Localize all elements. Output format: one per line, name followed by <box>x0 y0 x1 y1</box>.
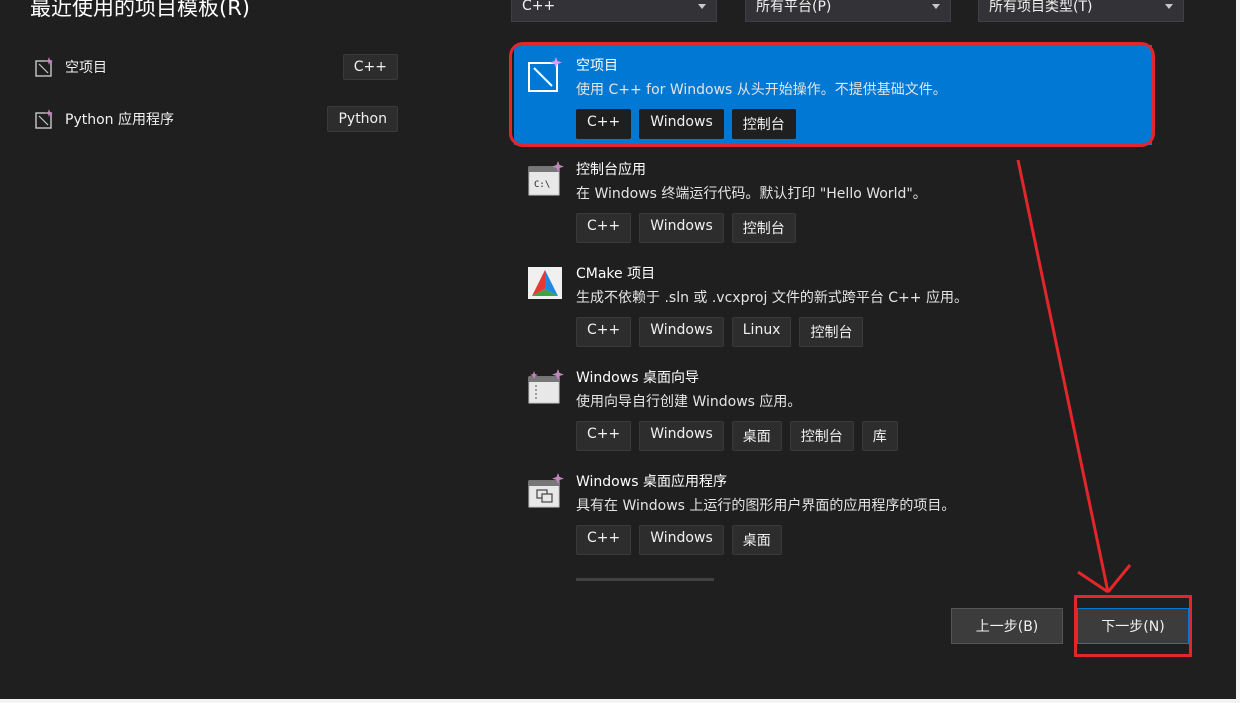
chevron-down-icon <box>698 3 706 9</box>
template-description: 生成不依赖于 .sln 或 .vcxproj 文件的新式跨平台 C++ 应用。 <box>576 290 968 306</box>
project-template-icon <box>35 57 53 77</box>
template-tags: C++ Windows 桌面 控制台 库 <box>576 421 898 451</box>
project-type-filter-dropdown[interactable]: 所有项目类型(T) <box>978 0 1184 22</box>
svg-text:C:\: C:\ <box>534 180 550 190</box>
annotation-selected-template-box <box>509 42 1155 147</box>
tag: 控制台 <box>731 213 796 243</box>
recent-item-tag: C++ <box>342 54 398 80</box>
chevron-down-icon <box>1165 3 1173 9</box>
template-tags: C++ Windows Linux 控制台 <box>576 317 864 347</box>
create-project-dialog: 最近使用的项目模板(R) C++ 所有平台(P) 所有项目类型(T) 空项目 C… <box>0 0 1236 699</box>
tag: 控制台 <box>799 317 864 347</box>
cmake-icon <box>528 267 562 299</box>
tag: 桌面 <box>731 525 782 555</box>
recent-item-tag: Python <box>327 106 398 132</box>
tag: C++ <box>576 525 632 555</box>
tag: C++ <box>576 421 632 451</box>
template-name: Windows 桌面应用程序 <box>576 474 727 490</box>
template-cmake-project[interactable]: CMake 项目 生成不依赖于 .sln 或 .vcxproj 文件的新式跨平台… <box>514 253 1152 353</box>
recent-templates-heading: 最近使用的项目模板(R) <box>30 0 250 20</box>
recent-item-label: Python 应用程序 <box>65 112 174 128</box>
recent-item-python-app[interactable]: Python 应用程序 Python <box>34 104 398 134</box>
desktop-wizard-icon <box>528 369 564 404</box>
tag: 桌面 <box>731 421 782 451</box>
window-right-edge <box>1236 0 1240 703</box>
template-name: Windows 桌面向导 <box>576 370 699 386</box>
tag: 库 <box>861 421 898 451</box>
template-windows-desktop-wizard[interactable]: Windows 桌面向导 使用向导自行创建 Windows 应用。 C++ Wi… <box>514 357 1152 457</box>
annotation-next-button-box <box>1074 595 1192 657</box>
tag: Windows <box>639 421 724 451</box>
platform-filter-value: 所有平台(P) <box>756 0 832 15</box>
tag: Windows <box>639 317 724 347</box>
template-partially-visible[interactable] <box>514 574 714 582</box>
template-tags: C++ Windows 桌面 <box>576 525 782 555</box>
window-bottom-edge <box>0 699 1240 703</box>
console-app-icon: C:\ <box>528 161 564 196</box>
platform-filter-dropdown[interactable]: 所有平台(P) <box>745 0 951 22</box>
tag: Windows <box>639 525 724 555</box>
project-type-filter-value: 所有项目类型(T) <box>989 0 1093 15</box>
chevron-down-icon <box>932 3 940 9</box>
template-description: 使用向导自行创建 Windows 应用。 <box>576 394 802 410</box>
recent-item-label: 空项目 <box>65 60 107 76</box>
template-console-app[interactable]: C:\ 控制台应用 在 Windows 终端运行代码。默认打印 "Hello W… <box>514 149 1152 249</box>
template-description: 在 Windows 终端运行代码。默认打印 "Hello World"。 <box>576 186 927 202</box>
template-description: 具有在 Windows 上运行的图形用户界面的应用程序的项目。 <box>576 498 956 514</box>
back-button[interactable]: 上一步(B) <box>951 608 1063 644</box>
template-name: 控制台应用 <box>576 162 646 178</box>
desktop-app-icon <box>528 473 564 508</box>
tag: 控制台 <box>789 421 854 451</box>
language-filter-dropdown[interactable]: C++ <box>511 0 717 22</box>
language-filter-value: C++ <box>522 0 556 14</box>
tag: C++ <box>576 213 632 243</box>
tag: C++ <box>576 317 632 347</box>
tag: Linux <box>731 317 792 347</box>
template-windows-desktop-app[interactable]: Windows 桌面应用程序 具有在 Windows 上运行的图形用户界面的应用… <box>514 461 1152 561</box>
template-name: CMake 项目 <box>576 266 656 282</box>
recent-item-empty-project[interactable]: 空项目 C++ <box>34 52 398 82</box>
template-tags: C++ Windows 控制台 <box>576 213 796 243</box>
project-template-icon <box>35 109 53 129</box>
tag: Windows <box>639 213 724 243</box>
